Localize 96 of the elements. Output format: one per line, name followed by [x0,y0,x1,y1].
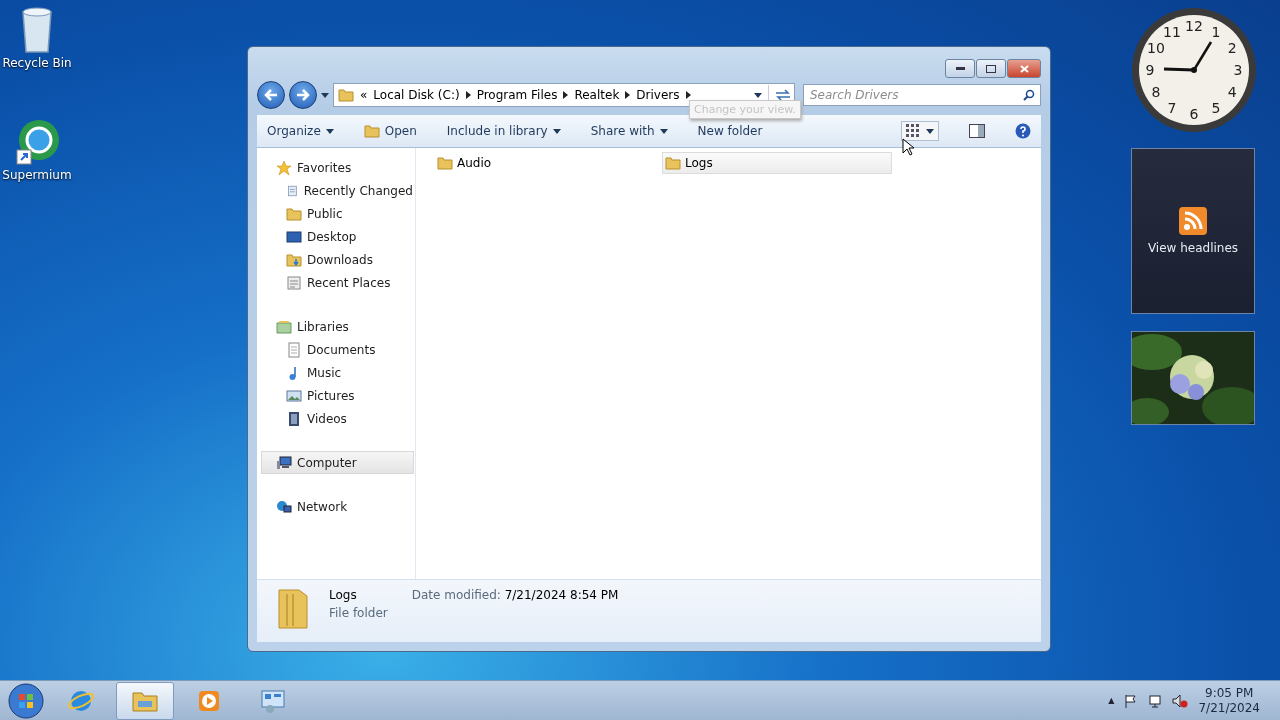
rss-icon [1179,207,1207,235]
clock-numeral: 2 [1227,40,1237,56]
folder-icon [437,155,453,171]
toolbar-menu-button[interactable]: Share with [590,124,668,138]
film-icon [286,410,302,427]
open-button[interactable]: Open [363,123,417,139]
network-icon[interactable] [1148,693,1163,708]
new-folder-button[interactable]: New folder [697,124,763,138]
caret-icon [754,92,762,98]
search-icon [1023,89,1035,101]
forward-button[interactable] [289,81,317,109]
nav-item[interactable]: Pictures [261,384,414,407]
tray-arrow[interactable]: ▲ [1108,696,1115,705]
toolbar-menu-button[interactable]: Organize [267,124,334,138]
chevron-icon [625,91,631,99]
chevron-icon [685,91,691,99]
picture-icon [286,387,302,404]
details-name: Logs [329,588,358,602]
clock-numeral: 5 [1211,100,1221,117]
folder-icon [277,586,309,630]
back-arrow-icon [264,89,278,101]
breadcrumb-item[interactable]: Program Files [476,88,558,102]
document-icon [286,341,302,358]
nav-item[interactable]: Libraries [261,315,414,338]
nav-item[interactable]: Network [261,495,414,518]
caret-icon [552,128,561,134]
caret-icon [926,128,934,134]
desktop-icon-label[interactable]: Recycle Bin [2,56,72,70]
folder-arrow-icon [286,251,302,268]
chevron-icon [465,91,471,99]
nav-item[interactable]: Recent Places [261,271,414,294]
computer-icon [276,454,292,471]
clock-numeral: 7 [1167,100,1177,117]
clock-numeral: 4 [1227,84,1237,100]
restore-icon [986,64,996,73]
nav-item[interactable]: Favorites [261,156,414,179]
clock-numeral: 10 [1147,40,1165,56]
breadcrumb-item[interactable]: Realtek [574,88,620,102]
star-icon [276,159,292,176]
desktop-icon-label[interactable]: Supermium [2,168,72,182]
folder-item[interactable]: Logs [662,152,892,174]
folder-icon [286,205,302,222]
clock-numeral: 1 [1211,23,1221,40]
address-bar[interactable]: « Local Disk (C:) Program Files Realtek Drivers [333,83,795,107]
close-button[interactable] [1007,59,1041,78]
caret-icon [659,128,668,134]
toolbar-menu-button[interactable]: Include in library [446,124,561,138]
clock-numeral: 6 [1189,106,1199,122]
grid-icon [906,124,920,138]
globe-icon [13,118,61,166]
clock-numeral: 3 [1233,62,1243,78]
back-button[interactable] [257,81,285,109]
speaker-muted-icon[interactable] [1172,693,1189,708]
minimize-button[interactable] [945,59,975,78]
clock-numeral: 12 [1185,18,1203,34]
folder-icon [665,155,681,171]
forward-arrow-icon [296,89,310,101]
minute-hand [1192,41,1213,71]
view-button[interactable] [901,121,939,141]
nav-item[interactable]: Recently Changed [261,179,414,202]
nav-item[interactable]: Documents [261,338,414,361]
tray-clock[interactable]: 9:05 PM 7/21/2024 [1198,685,1260,716]
breadcrumb-overflow[interactable]: « [360,88,368,102]
nav-item[interactable]: Videos [261,407,414,430]
clock-numeral: 9 [1145,62,1155,78]
caret-icon [321,92,329,98]
folder-icon [363,123,380,139]
library-icon [276,318,292,335]
help-icon[interactable] [1015,123,1031,139]
taskbar-button[interactable] [116,681,174,720]
places-icon [286,274,302,291]
minimize-icon [955,67,965,70]
clock-numeral: 11 [1163,23,1181,40]
maximize-button[interactable] [976,59,1006,78]
details-type: File folder [329,606,388,620]
nav-item[interactable]: Public [261,202,414,225]
folder-icon [338,87,354,103]
preview-pane-icon[interactable] [969,124,985,138]
nav-item[interactable]: Desktop [261,225,414,248]
chevron-icon [563,91,569,99]
caret-icon [325,128,334,134]
details-date: Date modified: 7/21/2024 8:54 PM [411,588,619,602]
nav-item[interactable]: Computer [261,451,414,474]
clock-numeral: 8 [1151,84,1161,100]
flag-icon[interactable] [1124,693,1139,708]
search-field[interactable]: Search Drivers [803,84,1041,106]
close-icon [1019,64,1029,73]
network-icon [276,498,292,515]
folder-item[interactable]: Audio [434,152,664,174]
breadcrumb-item[interactable]: Local Disk (C:) [373,88,460,102]
feed-gadget[interactable]: View headlines [1131,148,1255,314]
nav-item[interactable]: Downloads [261,248,414,271]
nav-item[interactable]: Music [261,361,414,384]
start-button[interactable] [6,681,46,720]
breadcrumb-item[interactable]: Drivers [636,88,680,102]
monitor-icon [286,228,302,245]
